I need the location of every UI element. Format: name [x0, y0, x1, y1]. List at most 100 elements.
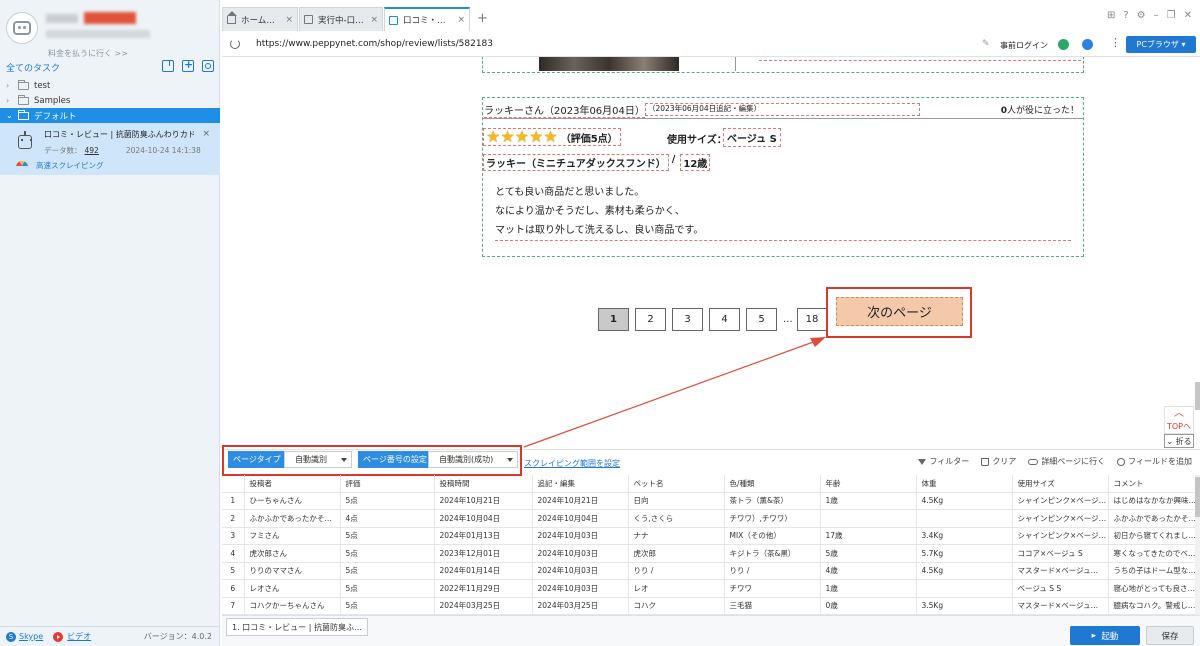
task-title[interactable]: 口コミ・レビュー | 抗菌防臭ふんわりカド… [44, 129, 194, 140]
table-cell[interactable]: 5 [222, 562, 245, 580]
all-tasks-title[interactable]: 全てのタスク [6, 61, 60, 74]
table-cell[interactable]: 3 [222, 527, 245, 545]
table-cell[interactable]: ふかふかであったかそ… [244, 509, 341, 528]
tree-folder-test[interactable]: › test [0, 78, 220, 93]
back-to-top-button[interactable]: ︿ TOPへ [1164, 406, 1194, 434]
table-cell[interactable]: 2022年11月29日 [434, 579, 533, 598]
avatar[interactable] [6, 12, 38, 44]
table-cell[interactable]: 茶トラ（薫&茶） [724, 492, 821, 510]
table-cell[interactable]: 3.4Kg [916, 527, 1013, 545]
task-item[interactable]: 口コミ・レビュー | 抗菌防臭ふんわりカド… × データ数： 492 2024-10… [0, 123, 220, 175]
table-cell[interactable]: 2024年01月14日 [434, 562, 533, 580]
close-window-icon[interactable]: ✕ [1184, 10, 1192, 21]
page-button-1[interactable]: 1 [598, 308, 629, 331]
pencil-icon[interactable]: ✎ [982, 39, 990, 49]
tab-review[interactable]: 口コミ・… × [384, 7, 470, 31]
start-button[interactable]: ▸ 起動 [1070, 626, 1140, 645]
table-row[interactable]: 2 ふかふかであったかそ… 4点 2024年10月04日 2024年10月04日 くう,さ… [222, 509, 1200, 528]
table-cell[interactable]: 4.5Kg [916, 562, 1013, 580]
column-header[interactable]: 体重 [916, 475, 1013, 493]
table-cell[interactable]: 4点 [340, 509, 435, 528]
table-cell[interactable]: 0歳 [820, 597, 917, 615]
table-cell[interactable] [820, 509, 917, 528]
table-row[interactable]: 1 ひーちゃんさん 5点 2024年10月21日 2024年10月21日 日向 茶トラ（薫&… [222, 492, 1200, 510]
table-cell[interactable]: 5点 [340, 562, 435, 580]
table-cell[interactable]: 5点 [340, 544, 435, 563]
save-button[interactable]: 保存 [1146, 626, 1194, 645]
table-cell[interactable]: ひーちゃんさん [244, 492, 341, 510]
column-header[interactable]: ペット名 [628, 475, 725, 493]
detail-page-button[interactable]: 詳細ページに行く [1028, 456, 1105, 467]
table-cell[interactable]: 寒くなってきたのでベ… [1108, 544, 1200, 563]
tab-running[interactable]: 実行中-口… × [299, 7, 383, 31]
table-row[interactable]: 7 コハクかーちゃんさん 5点 2024年03月25日 2024年03月25日 コハク 三毛… [222, 597, 1200, 615]
table-cell[interactable]: 4歳 [820, 562, 917, 580]
table-cell[interactable]: 虎次郎 [628, 544, 725, 563]
table-cell[interactable]: フミさん [244, 527, 341, 545]
table-cell[interactable]: チワワ [724, 579, 821, 598]
table-row[interactable]: 6 レオさん 5点 2022年11月29日 2024年10月03日 レオ チワワ 1歳 ベージュ… [222, 579, 1200, 598]
review-card[interactable]: ラッキーさん（2023年06月04日） （2023年06月04日追記・編集） 0… [482, 97, 1084, 257]
table-cell[interactable] [916, 579, 1013, 598]
table-cell[interactable]: 2 [222, 509, 245, 528]
tree-folder-default[interactable]: ⌄ デフォルト [0, 108, 220, 123]
table-cell[interactable]: 17歳 [820, 527, 917, 545]
table-cell[interactable]: 2024年10月04日 [434, 509, 533, 528]
table-cell[interactable]: 7 [222, 597, 245, 615]
table-cell[interactable]: 4 [222, 544, 245, 563]
table-cell[interactable]: チワワ）,チワワ） [724, 509, 821, 528]
table-cell[interactable]: 3.5Kg [916, 597, 1013, 615]
table-cell[interactable]: 2024年03月25日 [434, 597, 533, 615]
page-button-last[interactable]: 18 [796, 308, 828, 331]
table-cell[interactable]: 5.7Kg [916, 544, 1013, 563]
table-cell[interactable]: りり / [724, 562, 821, 580]
task-tab[interactable]: 1. 口コミ・レビュー | 抗菌防臭ふ… [226, 618, 368, 636]
table-cell[interactable]: 三毛猫 [724, 597, 821, 615]
table-cell[interactable]: はじめはなかなか興味… [1108, 492, 1200, 510]
column-header[interactable]: 評価 [340, 475, 435, 493]
table-row[interactable]: 4 虎次郎さん 5点 2023年12月01日 2024年10月03日 虎次郎 キジトラ（茶&… [222, 544, 1200, 563]
table-cell[interactable]: 2024年10月03日 [532, 579, 629, 598]
task-count-link[interactable]: 492 [85, 146, 99, 155]
column-header[interactable]: 追記・編集 [532, 475, 629, 493]
scrape-range-link[interactable]: スクレイピング範囲を設定 [524, 458, 620, 469]
table-cell[interactable]: コハクかーちゃんさん [244, 597, 341, 615]
close-icon[interactable]: × [370, 15, 378, 25]
page-type-select[interactable]: 自動識別 [284, 451, 352, 468]
page-scrollbar[interactable] [1195, 382, 1200, 410]
table-cell[interactable]: シャインピンク×ベージ… [1012, 492, 1109, 510]
table-cell[interactable]: レオさん [244, 579, 341, 598]
table-cell[interactable]: ココア×ベージュ S [1012, 544, 1109, 563]
gift-icon[interactable]: ⊞ [1107, 10, 1115, 21]
table-cell[interactable]: くう,さくら [628, 509, 725, 528]
settings-icon[interactable]: ⚙ [1137, 10, 1146, 21]
column-header[interactable]: 投稿者 [244, 475, 341, 493]
table-cell[interactable]: 1 [222, 492, 245, 510]
table-cell[interactable]: 臆病なコハク。警戒し… [1108, 597, 1200, 615]
table-cell[interactable]: マスタード×ベージュ… [1012, 562, 1109, 580]
new-task-icon[interactable] [182, 58, 194, 72]
table-cell[interactable]: 2024年10月21日 [532, 492, 629, 510]
column-header[interactable]: 年齢 [820, 475, 917, 493]
table-cell[interactable]: シャインピンク×ベージ… [1012, 509, 1109, 528]
table-cell[interactable]: ナナ [628, 527, 725, 545]
table-cell[interactable]: 虎次郎さん [244, 544, 341, 563]
table-cell[interactable]: 5点 [340, 597, 435, 615]
table-cell[interactable]: キジトラ（茶&黒） [724, 544, 821, 563]
table-cell[interactable]: 2023年12月01日 [434, 544, 533, 563]
extension-green-icon[interactable] [1058, 39, 1069, 50]
table-cell[interactable]: りりのママさん [244, 562, 341, 580]
table-cell[interactable]: 日向 [628, 492, 725, 510]
minimize-icon[interactable]: – [1154, 10, 1159, 21]
table-cell[interactable]: 4.5Kg [916, 492, 1013, 510]
column-header[interactable]: 投稿時間 [434, 475, 533, 493]
add-field-button[interactable]: フィールドを追加 [1117, 456, 1192, 467]
help-icon[interactable]: ? [1123, 10, 1128, 21]
table-row[interactable]: 3 フミさん 5点 2024年01月13日 2024年10月03日 ナナ MIX（その他） 1… [222, 527, 1200, 545]
table-cell[interactable]: 5歳 [820, 544, 917, 563]
new-tab-button[interactable]: + [477, 11, 488, 26]
close-icon[interactable]: × [457, 15, 465, 25]
table-cell[interactable]: 5点 [340, 492, 435, 510]
table-cell[interactable]: MIX（その他） [724, 527, 821, 545]
table-scrollbar[interactable] [1195, 475, 1200, 615]
